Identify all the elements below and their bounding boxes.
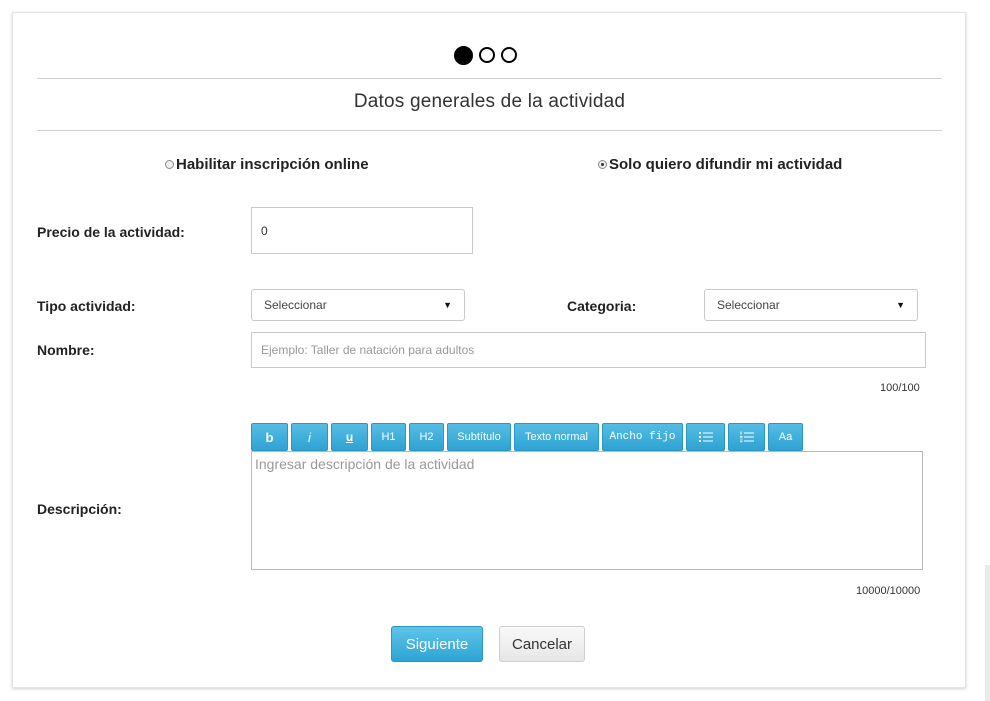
monospace-label: Ancho fijo <box>609 431 676 443</box>
radio-enable-online[interactable]: Habilitar inscripción online <box>165 156 369 173</box>
radio-button[interactable] <box>165 160 174 169</box>
h2-label: H2 <box>419 431 434 443</box>
next-button[interactable]: Siguiente <box>391 626 483 662</box>
step-indicator <box>454 46 517 69</box>
activity-type-label: Tipo actividad: <box>37 298 136 314</box>
chevron-down-icon: ▼ <box>443 300 452 310</box>
name-input[interactable]: Ejemplo: Taller de natación para adultos <box>251 332 926 368</box>
step-dot-3 <box>501 47 517 63</box>
subtitle-label: Subtítulo <box>457 431 501 443</box>
radio-button[interactable] <box>598 160 607 169</box>
category-selected: Seleccionar <box>717 298 780 312</box>
divider-top <box>37 78 942 79</box>
bold-label: b <box>265 429 274 445</box>
numbered-list-button[interactable] <box>728 423 765 451</box>
subtitle-button[interactable]: Subtítulo <box>447 423 511 451</box>
font-size-button[interactable]: Aa <box>768 423 803 451</box>
italic-label: i <box>308 429 311 445</box>
bullet-list-button[interactable] <box>686 423 725 451</box>
step-dot-1 <box>454 46 473 65</box>
cancel-button[interactable]: Cancelar <box>499 626 585 662</box>
description-textarea[interactable]: Ingresar descripción de la actividad <box>251 451 923 570</box>
description-char-counter: 10000/10000 <box>856 585 921 597</box>
underline-label: u <box>345 430 354 444</box>
description-placeholder: Ingresar descripción de la actividad <box>255 456 475 472</box>
radio-label: Solo quiero difundir mi actividad <box>609 156 843 173</box>
description-label: Descripción: <box>37 501 122 517</box>
divider-bottom <box>37 130 942 131</box>
price-input[interactable]: 0 <box>251 207 473 254</box>
category-label: Categoria: <box>567 298 637 314</box>
font-size-label: Aa <box>778 431 793 443</box>
radio-label: Habilitar inscripción online <box>176 156 369 173</box>
h1-button[interactable]: H1 <box>371 423 406 451</box>
name-placeholder: Ejemplo: Taller de natación para adultos <box>261 343 475 357</box>
page-title: Datos generales de la actividad <box>353 91 626 112</box>
editor-toolbar: b i u H1 H2 Subtítulo Texto normal Ancho… <box>251 423 803 451</box>
italic-button[interactable]: i <box>291 423 328 451</box>
monospace-button[interactable]: Ancho fijo <box>602 423 683 451</box>
page-side-strip <box>985 565 990 701</box>
h2-button[interactable]: H2 <box>409 423 444 451</box>
h1-label: H1 <box>381 431 396 443</box>
radio-only-promote[interactable]: Solo quiero difundir mi actividad <box>598 156 842 173</box>
chevron-down-icon: ▼ <box>896 300 905 310</box>
underline-button[interactable]: u <box>331 423 368 451</box>
name-label: Nombre: <box>37 342 95 358</box>
activity-type-selected: Seleccionar <box>264 298 327 312</box>
normal-text-button[interactable]: Texto normal <box>514 423 599 451</box>
activity-form-card: Datos generales de la actividad Habilita… <box>12 12 966 688</box>
price-label: Precio de la actividad: <box>37 224 185 240</box>
name-char-counter: 100/100 <box>880 382 920 394</box>
category-select[interactable]: Seleccionar ▼ <box>704 289 918 321</box>
step-dot-2 <box>479 47 495 63</box>
activity-type-select[interactable]: Seleccionar ▼ <box>251 289 465 321</box>
bold-button[interactable]: b <box>251 423 288 451</box>
price-value: 0 <box>261 223 268 238</box>
numbered-list-icon <box>739 431 754 443</box>
bullet-list-icon <box>698 432 713 442</box>
normal-text-label: Texto normal <box>525 431 588 443</box>
